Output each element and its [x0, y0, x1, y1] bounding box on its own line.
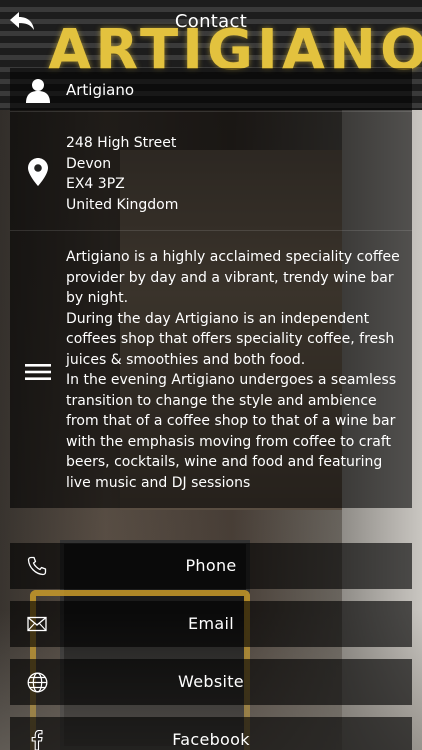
header-bar: Contact — [0, 0, 422, 45]
page-title: Contact — [174, 11, 248, 32]
email-label: Email — [188, 614, 234, 633]
person-icon — [24, 77, 52, 103]
facebook-button[interactable]: Facebook — [10, 717, 412, 750]
website-button[interactable]: Website — [10, 659, 412, 705]
description-paragraph: Artigiano is a highly acclaimed speciali… — [66, 249, 400, 306]
description-row: Artigiano is a highly acclaimed speciali… — [10, 232, 412, 508]
phone-label: Phone — [185, 556, 237, 575]
website-label: Website — [178, 672, 244, 691]
description-paragraph: In the evening Artigiano undergoes a sea… — [66, 372, 397, 491]
business-name-row: Artigiano — [10, 68, 412, 112]
description: Artigiano is a highly acclaimed speciali… — [66, 247, 402, 493]
business-name: Artigiano — [66, 81, 135, 99]
address-row[interactable]: 248 High Street Devon EX4 3PZ United Kin… — [10, 113, 412, 231]
address: 248 High Street Devon EX4 3PZ United Kin… — [66, 133, 402, 215]
facebook-label: Facebook — [172, 730, 250, 749]
address-line: EX4 3PZ — [66, 176, 125, 192]
phone-button[interactable]: Phone — [10, 543, 412, 589]
address-line: Devon — [66, 155, 112, 172]
address-line: United Kingdom — [66, 196, 179, 213]
contact-info-panel: Artigiano 248 High Street Devon EX4 3PZ … — [10, 68, 412, 508]
menu-lines-icon — [24, 362, 52, 382]
location-pin-icon — [24, 158, 52, 186]
description-paragraph: During the day Artigiano is an independe… — [66, 310, 395, 368]
email-button[interactable]: Email — [10, 601, 412, 647]
address-line: 248 High Street — [66, 135, 177, 151]
